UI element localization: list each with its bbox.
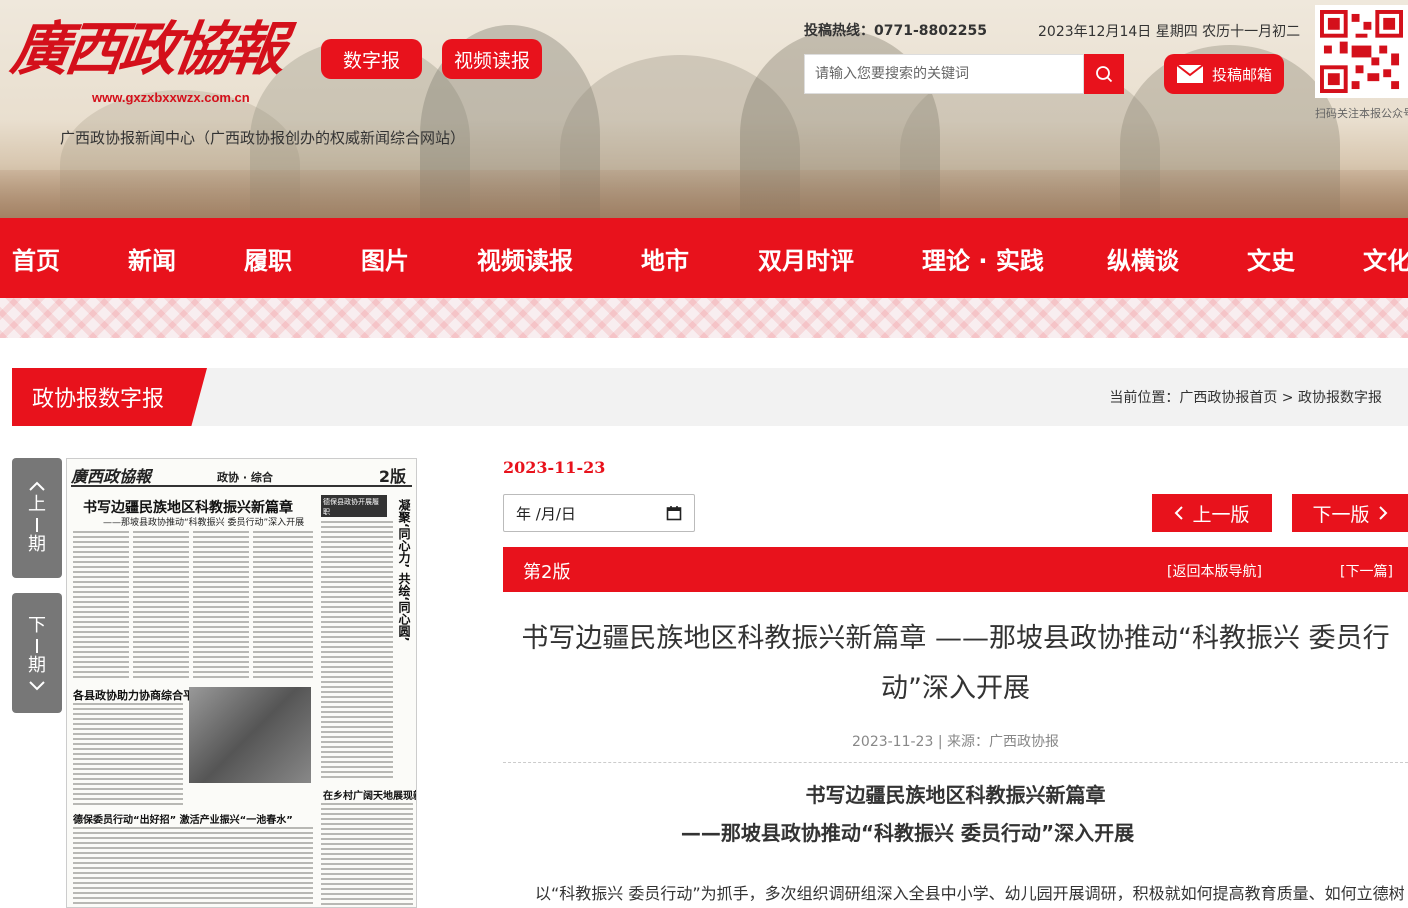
issue-date: 2023-11-23 (503, 458, 606, 477)
nav-item-cities[interactable]: 地市 (641, 218, 689, 298)
article-title: 书写边疆民族地区科教振兴新篇章 ——那坡县政协推动“科教振兴 委员行动”深入开展 (521, 623, 1390, 704)
qr-caption: 扫码关注本报公众号 (1315, 107, 1408, 120)
site-logo[interactable]: 廣西政協報 (6, 2, 289, 94)
paper-section: 政协 · 综合 (217, 471, 273, 484)
nav-item-video[interactable]: 视频读报 (477, 218, 573, 298)
tab-char: 下 (28, 615, 46, 636)
next-issue-tab[interactable]: 下 期 (12, 593, 62, 713)
nav-item-news[interactable]: 新闻 (128, 218, 176, 298)
nav-item-home[interactable]: 首页 (12, 218, 60, 298)
chevron-up-icon (29, 481, 45, 491)
paper-vertical-headline[interactable]: 凝聚‘同心力’ 共绘‘同心圆’ (397, 499, 413, 641)
breadcrumb-current[interactable]: 政协报数字报 (1298, 390, 1382, 406)
qr-code-icon (1320, 10, 1403, 93)
submission-hotline: 投稿热线：0771-8802255 (804, 23, 987, 39)
digital-paper-button[interactable]: 数字报 (321, 39, 422, 79)
qr-code (1315, 5, 1408, 98)
nav-item-history[interactable]: 文史 (1247, 218, 1295, 298)
paper-side-box[interactable]: 德保县政协开展履职 (321, 495, 387, 517)
section-title: 政协报数字报 (12, 368, 207, 426)
article-source-label: | 来源： (933, 734, 989, 750)
header-banner: 廣西政協報 www.gxzxbxxwzx.com.cn 广西政协报新闻中心（广西… (0, 0, 1408, 218)
calendar-icon[interactable] (666, 505, 682, 521)
previous-version-label: 上一版 (1192, 503, 1250, 526)
paper-subhead: ——那坡县政协推动“科教振兴 委员行动”深入开展 (103, 518, 305, 528)
breadcrumb: 当前位置：广西政协报首页 > 政协报数字报 (1109, 387, 1382, 407)
article-divider (503, 762, 1408, 763)
video-reading-button[interactable]: 视频读报 (442, 39, 542, 79)
chevron-left-icon (1175, 506, 1184, 520)
chevron-right-icon (1378, 506, 1387, 520)
search-button[interactable] (1084, 54, 1124, 94)
previous-version-button[interactable]: 上一版 (1152, 494, 1272, 532)
nav-item-culture[interactable]: 文化 (1363, 218, 1408, 298)
article-source: 广西政协报 (989, 734, 1059, 750)
search-input[interactable]: 请输入您要搜索的关键词 (804, 54, 1084, 94)
nav-item-duties[interactable]: 履职 (244, 218, 292, 298)
paper-logo: 廣西政協報 (71, 467, 152, 486)
paper-photo (189, 687, 311, 783)
next-version-label: 下一版 (1312, 503, 1370, 526)
next-article-link[interactable]: [下一篇] (1340, 561, 1393, 581)
breadcrumb-separator: > (1277, 390, 1298, 406)
decorative-pattern (0, 298, 1408, 338)
tab-char: 期 (28, 655, 46, 676)
breadcrumb-home-link[interactable]: 广西政协报首页 (1179, 390, 1277, 406)
nav-item-photos[interactable]: 图片 (361, 218, 409, 298)
paper-page-number: 2版 (378, 467, 406, 486)
site-tagline: 广西政协报新闻中心（广西政协报创办的权威新闻综合网站） (60, 129, 466, 147)
nav-item-talks[interactable]: 纵横谈 (1107, 218, 1179, 298)
search-placeholder: 请输入您要搜索的关键词 (815, 66, 969, 82)
previous-issue-tab[interactable]: 上 期 (12, 458, 62, 578)
article-heading: 书写边疆民族地区科教振兴新篇章 (805, 783, 1106, 807)
article-meta: 2023-11-23 | 来源：广西政协报 (503, 731, 1408, 751)
main-nav: 首页 新闻 履职 图片 视频读报 地市 双月时评 理论 · 实践 纵横谈 文史 … (0, 218, 1408, 298)
date-picker-value: 年 /月/日 (516, 504, 576, 523)
chevron-down-icon (29, 681, 45, 691)
site-url: www.gxzxbxxwzx.com.cn (92, 90, 250, 105)
search-icon (1096, 66, 1113, 83)
paper-headline[interactable]: 书写边疆民族地区科教振兴新篇章 (83, 497, 293, 517)
nav-item-commentary[interactable]: 双月时评 (758, 218, 854, 298)
next-version-button[interactable]: 下一版 (1292, 494, 1408, 532)
article-date: 2023-11-23 (852, 734, 934, 750)
newspaper-page-thumbnail[interactable]: 廣西政協報 政协 · 综合 2版 书写边疆民族地区科教振兴新篇章 ——那坡县政协… (66, 458, 417, 908)
date-picker-input[interactable]: 年 /月/日 (503, 494, 695, 532)
version-label: 第2版 (523, 562, 571, 583)
article-body: 以“科教振兴 委员行动”为抓手，多次组织调研组深入全县中小学、幼儿园开展调研，积… (535, 884, 1405, 903)
submission-mail-button[interactable]: 投稿邮箱 (1164, 54, 1284, 94)
nav-item-theory[interactable]: 理论 · 实践 (922, 218, 1044, 298)
breadcrumb-prefix: 当前位置： (1109, 390, 1180, 406)
article-subheading: ——那坡县政协推动“科教振兴 委员行动”深入开展 (680, 821, 1135, 845)
paper-story-3[interactable]: 德保委员行动“出好招” 激活产业振兴“一池春水” (73, 811, 293, 826)
mail-icon (1176, 64, 1204, 83)
version-bar: 第2版 [返回本版导航] [下一篇] (503, 547, 1408, 592)
paper-story-4[interactable]: 在乡村广阔天地展现新作为 (323, 787, 416, 802)
tab-char: 上 (28, 494, 46, 515)
current-date: 2023年12月14日 星期四 农历十一月初二 (1038, 24, 1301, 40)
tab-char: 期 (28, 534, 46, 555)
back-to-version-nav-link[interactable]: [返回本版导航] (1167, 561, 1262, 581)
mail-label: 投稿邮箱 (1211, 65, 1272, 84)
